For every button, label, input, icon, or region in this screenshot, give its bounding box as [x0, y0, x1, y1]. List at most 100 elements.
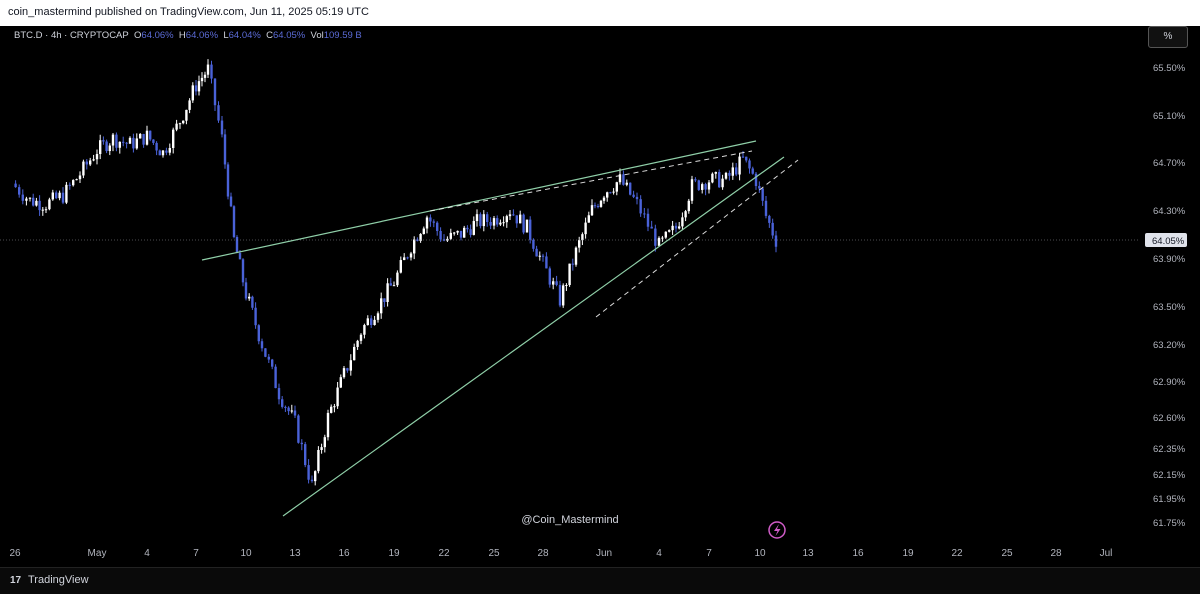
candle-body — [714, 172, 717, 174]
candle-body — [496, 218, 499, 225]
candle-body — [707, 182, 711, 190]
candle-body — [590, 205, 594, 216]
x-tick-label: 4 — [656, 548, 662, 559]
candle-body — [555, 281, 558, 285]
candle-body — [342, 368, 346, 378]
candle-body — [363, 325, 366, 335]
candle-body — [304, 444, 307, 466]
ohlc-legend: BTC.D · 4h · CRYPTOCAP O64.06% H64.06% L… — [14, 30, 362, 41]
candle-body — [587, 215, 590, 223]
candle-body — [456, 230, 459, 233]
candle-body — [339, 377, 342, 388]
candle-body — [61, 192, 65, 203]
candle-body — [197, 81, 201, 92]
price-chart[interactable]: 64.05% 65.50% 65.10% 64.70% 64.30% 63.90% 63.… — [0, 26, 1200, 567]
trendlines: 64.05% — [0, 140, 1187, 517]
y-tick-label: 62.60% — [1153, 413, 1186, 424]
candle-body — [751, 168, 754, 174]
candle-body — [571, 263, 574, 265]
x-tick-label: May — [88, 548, 107, 559]
candle-body — [724, 172, 728, 179]
candle-body — [380, 298, 383, 314]
candle-body — [135, 138, 138, 149]
candle-body — [678, 226, 681, 229]
candle-body — [519, 214, 522, 224]
candle-body — [145, 130, 149, 145]
candle-body — [376, 313, 380, 320]
candle-body — [650, 226, 653, 229]
candle-body — [469, 229, 472, 235]
candle-body — [584, 222, 587, 235]
candle-body — [115, 134, 118, 148]
candle-body — [65, 184, 68, 203]
candle-body — [95, 154, 99, 160]
candle-body — [132, 137, 135, 149]
candle-body — [349, 360, 352, 371]
candle-body — [764, 200, 768, 216]
tradingview-logo-icon[interactable]: 17 — [10, 575, 21, 586]
trendline — [201, 140, 757, 261]
candle-body — [697, 180, 700, 190]
candle-body — [562, 285, 565, 306]
candle-body — [89, 160, 92, 165]
candle-body — [200, 77, 204, 82]
x-tick-label: 28 — [1050, 548, 1062, 559]
candle-body — [439, 230, 442, 240]
watermark-text: @Coin_Mastermind — [521, 514, 618, 526]
x-tick-label: 19 — [902, 548, 914, 559]
candle-body — [459, 230, 463, 238]
candle-body — [646, 213, 650, 227]
y-tick-label: 62.90% — [1153, 377, 1186, 388]
candle-body — [632, 194, 635, 197]
candle-body — [182, 120, 185, 124]
candle-body — [386, 283, 389, 302]
candle-body — [735, 167, 738, 175]
candle-body — [220, 120, 224, 135]
candle-body — [293, 410, 297, 416]
y-tick-label: 63.50% — [1153, 302, 1186, 313]
candle-body — [55, 192, 58, 199]
candle-body — [529, 219, 532, 240]
y-tick-label: 63.20% — [1153, 340, 1186, 351]
candle-body — [257, 325, 260, 342]
candle-body — [466, 227, 469, 230]
candle-body — [574, 247, 578, 265]
x-tick-label: 26 — [9, 548, 21, 559]
y-tick-label: 63.90% — [1153, 254, 1186, 265]
percent-scale-button[interactable]: % — [1148, 26, 1188, 48]
candle-body — [639, 199, 642, 214]
close-value: 64.05% — [273, 30, 306, 41]
candle-body — [568, 263, 571, 286]
candle-body — [413, 239, 416, 254]
candle-body — [738, 156, 741, 175]
candle-body — [690, 179, 694, 201]
candle-body — [728, 172, 731, 176]
candle-body — [758, 186, 761, 189]
candle-body — [593, 205, 597, 207]
volume-label: Vol — [310, 30, 324, 41]
candle-body — [366, 318, 369, 326]
candle-body — [267, 356, 270, 360]
candle-body — [281, 399, 284, 407]
brand-name[interactable]: TradingView — [28, 574, 89, 586]
candle-body — [178, 123, 182, 125]
candle-body — [125, 142, 128, 144]
y-tick-label: 62.35% — [1153, 444, 1186, 455]
candle-body — [661, 237, 664, 239]
candle-body — [768, 215, 771, 223]
candle-body — [297, 415, 300, 443]
candle-body — [541, 255, 545, 257]
x-tick-label: 13 — [802, 548, 814, 559]
candle-body — [287, 407, 290, 412]
chart-area[interactable]: 64.05% 65.50% 65.10% 64.70% 64.30% 63.90% 63.… — [0, 26, 1200, 567]
candle-body — [463, 227, 466, 238]
candle-body — [194, 85, 198, 92]
candle-body — [82, 161, 85, 176]
candle-body — [264, 348, 267, 357]
candle-body — [479, 214, 482, 227]
y-tick-label: 61.75% — [1153, 518, 1186, 529]
x-tick-label: 10 — [754, 548, 766, 559]
y-tick-label: 65.50% — [1153, 63, 1186, 74]
candle-body — [602, 197, 606, 201]
candle-body — [635, 196, 639, 200]
